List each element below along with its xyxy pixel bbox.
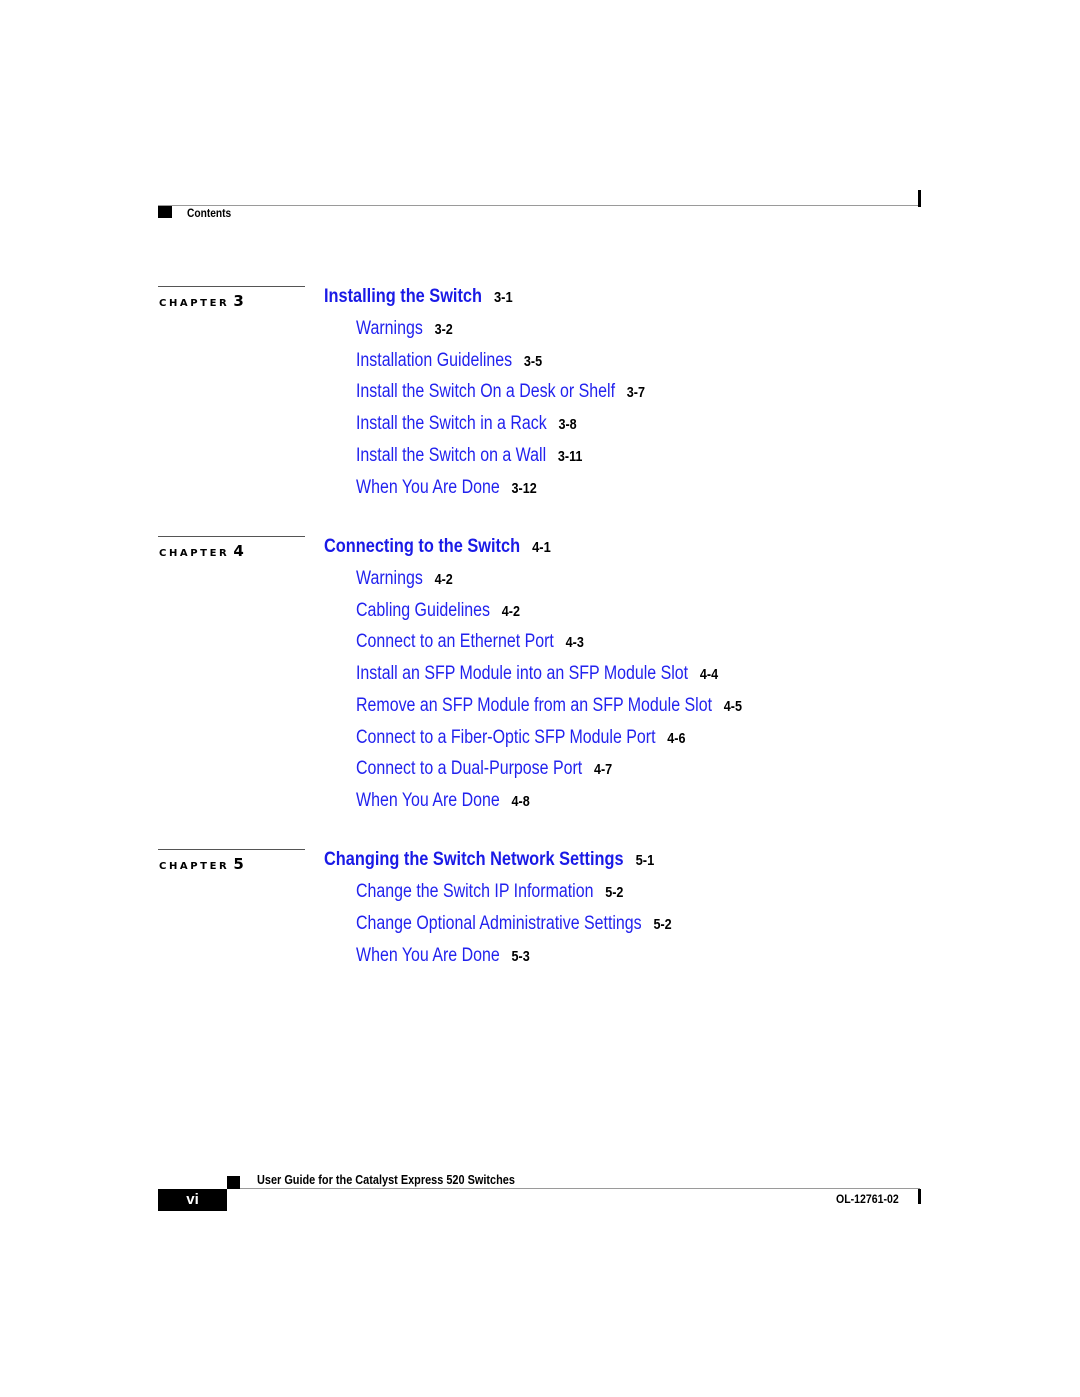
chapter-rule xyxy=(158,286,305,287)
chapter-rule xyxy=(158,536,305,537)
chapter-title[interactable]: Connecting to the Switch xyxy=(324,536,520,557)
footer-change-bar xyxy=(918,1189,921,1204)
page-number: 5-1 xyxy=(635,852,655,869)
toc-entry-title[interactable]: Install the Switch on a Wall xyxy=(356,445,546,466)
header-section-label: Contents xyxy=(187,206,232,220)
toc-entry-title[interactable]: When You Are Done xyxy=(356,477,500,498)
toc-entry-title[interactable]: Change the Switch IP Information xyxy=(356,881,593,902)
toc-entry-title[interactable]: Warnings xyxy=(356,568,423,589)
header-marker xyxy=(158,206,172,218)
footer-marker xyxy=(227,1176,240,1189)
chapter-number: 5 xyxy=(233,855,244,873)
page-number: 4-2 xyxy=(434,571,453,588)
toc-entry[interactable]: Connect to an Ethernet Port 4-3 xyxy=(356,631,584,653)
page-number: 3-5 xyxy=(523,353,543,370)
toc-entry[interactable]: Cabling Guidelines 4-2 xyxy=(356,600,520,622)
chapter-word: CHAPTER xyxy=(159,861,230,872)
chapter-label: CHAPTER 5 xyxy=(159,855,244,873)
toc-entry-title[interactable]: Connect to a Fiber-Optic SFP Module Port xyxy=(356,727,656,748)
toc-entry[interactable]: Remove an SFP Module from an SFP Module … xyxy=(356,695,742,717)
chapter-label: CHAPTER 3 xyxy=(159,292,244,310)
toc-entry[interactable]: Warnings 4-2 xyxy=(356,568,453,590)
toc-entry-title[interactable]: When You Are Done xyxy=(356,790,500,811)
page-number: 3-2 xyxy=(434,321,453,338)
page-number: 3-12 xyxy=(511,480,537,497)
page-number: 3-7 xyxy=(626,384,646,401)
footer-doc-number: OL-12761-02 xyxy=(836,1192,899,1206)
toc-entry-title[interactable]: Warnings xyxy=(356,318,423,339)
toc-entry-title[interactable]: Connect to a Dual-Purpose Port xyxy=(356,758,582,779)
toc-entry[interactable]: Connect to a Fiber-Optic SFP Module Port… xyxy=(356,727,686,749)
toc-entry[interactable]: Connect to a Dual-Purpose Port 4-7 xyxy=(356,758,612,780)
toc-entry[interactable]: Change Optional Administrative Settings 5… xyxy=(356,913,672,935)
chapter-number: 4 xyxy=(233,542,244,560)
chapter-title-link[interactable]: Changing the Switch Network Settings 5-1 xyxy=(324,849,654,871)
page-number: 3-11 xyxy=(557,448,583,465)
page-number: 4-7 xyxy=(593,761,613,778)
toc-entry-title[interactable]: Remove an SFP Module from an SFP Module … xyxy=(356,695,712,716)
footer-book-title: User Guide for the Catalyst Express 520 … xyxy=(257,1172,515,1187)
toc-entry[interactable]: When You Are Done 5-3 xyxy=(356,945,530,967)
toc-entry[interactable]: Install the Switch in a Rack 3-8 xyxy=(356,413,577,435)
toc-entry[interactable]: Change the Switch IP Information 5-2 xyxy=(356,881,623,903)
toc-entry-title[interactable]: Change Optional Administrative Settings xyxy=(356,913,642,934)
chapter-rule xyxy=(158,849,305,850)
toc-entry-title[interactable]: Installation Guidelines xyxy=(356,350,512,371)
chapter-word: CHAPTER xyxy=(159,298,230,309)
chapter-title[interactable]: Installing the Switch xyxy=(324,286,482,307)
toc-entry[interactable]: Installation Guidelines 3-5 xyxy=(356,350,542,372)
chapter-title-link[interactable]: Installing the Switch 3-1 xyxy=(324,286,513,308)
footer-rule xyxy=(240,1188,920,1189)
chapter-number: 3 xyxy=(233,292,244,310)
page-number: 3-1 xyxy=(494,289,513,306)
chapter-word: CHAPTER xyxy=(159,548,230,559)
toc-entry[interactable]: Install the Switch on a Wall 3-11 xyxy=(356,445,582,467)
toc-entry[interactable]: Warnings 3-2 xyxy=(356,318,453,340)
footer-page-number: vi xyxy=(158,1189,227,1211)
page-number: 5-2 xyxy=(605,884,624,901)
chapter-label: CHAPTER 4 xyxy=(159,542,244,560)
page-number: 4-4 xyxy=(699,666,719,683)
page-number: 3-8 xyxy=(558,416,577,433)
toc-entry[interactable]: When You Are Done 3-12 xyxy=(356,477,537,499)
page-number: 5-3 xyxy=(511,948,530,965)
toc-entry[interactable]: When You Are Done 4-8 xyxy=(356,790,530,812)
page-number: 4-1 xyxy=(532,539,551,556)
header-rule xyxy=(158,205,920,206)
header-change-bar xyxy=(918,190,921,207)
toc-entry-title[interactable]: Install the Switch On a Desk or Shelf xyxy=(356,381,615,402)
toc-entry-title[interactable]: Install an SFP Module into an SFP Module… xyxy=(356,663,688,684)
chapter-title-link[interactable]: Connecting to the Switch 4-1 xyxy=(324,536,551,558)
toc-entry[interactable]: Install an SFP Module into an SFP Module… xyxy=(356,663,718,685)
chapter-title[interactable]: Changing the Switch Network Settings xyxy=(324,849,624,870)
toc-entry-title[interactable]: Install the Switch in a Rack xyxy=(356,413,547,434)
page-number: 4-5 xyxy=(723,698,743,715)
toc-entry-title[interactable]: Connect to an Ethernet Port xyxy=(356,631,554,652)
page-number: 4-2 xyxy=(501,603,520,620)
toc-entry-title[interactable]: When You Are Done xyxy=(356,945,500,966)
page-number: 4-3 xyxy=(565,634,584,651)
page-number: 4-8 xyxy=(511,793,530,810)
toc-entry-title[interactable]: Cabling Guidelines xyxy=(356,600,490,621)
page-number: 5-2 xyxy=(653,916,672,933)
toc-entry[interactable]: Install the Switch On a Desk or Shelf 3-7 xyxy=(356,381,645,403)
page-number: 4-6 xyxy=(667,730,686,747)
